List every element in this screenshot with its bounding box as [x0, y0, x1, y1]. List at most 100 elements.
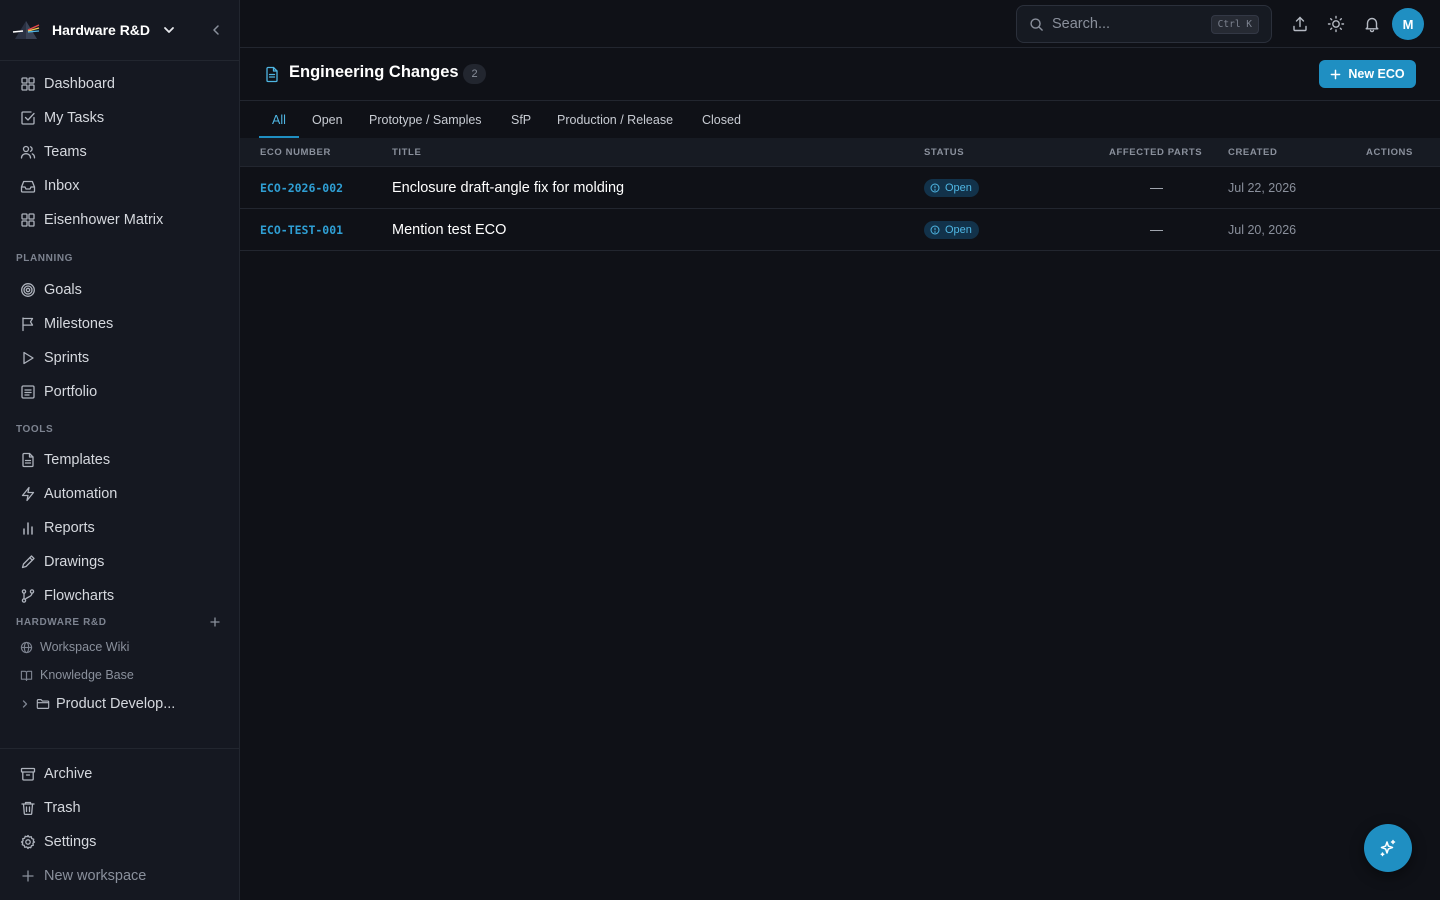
sidebar-item-goals[interactable]: Goals [16, 275, 224, 305]
flag-icon [22, 317, 34, 332]
tab-open[interactable]: Open [312, 101, 343, 138]
workspace-logo-icon [12, 21, 40, 39]
new-workspace-button[interactable]: New workspace [16, 861, 224, 891]
file-icon [22, 452, 34, 468]
status-badge: Open [924, 220, 979, 239]
dashboard-icon [21, 77, 35, 91]
table-row[interactable]: ECO-TEST-001 Mention test ECO Open — Jul… [240, 209, 1440, 251]
sidebar-item-label: Teams [44, 144, 87, 160]
tab-bar: All Open Prototype / Samples SfP Product… [240, 101, 1440, 138]
sidebar-item-label: Knowledge Base [40, 668, 134, 682]
sidebar-item-label: Automation [44, 486, 118, 502]
tab-prototype-samples[interactable]: Prototype / Samples [369, 101, 482, 138]
sidebar-item-sprints[interactable]: Sprints [16, 343, 224, 373]
sidebar-divider [0, 748, 240, 749]
sidebar-item-knowledge-base[interactable]: Knowledge Base [16, 663, 224, 687]
user-avatar[interactable]: M [1392, 8, 1424, 40]
section-label-tools: TOOLS [16, 424, 54, 435]
document-icon [266, 66, 278, 83]
tab-closed[interactable]: Closed [702, 101, 741, 138]
sidebar-item-label: Inbox [44, 178, 80, 194]
sidebar-item-archive[interactable]: Archive [16, 759, 224, 789]
eco-number-link[interactable]: ECO-2026-002 [260, 167, 343, 208]
portfolio-icon [21, 385, 35, 399]
inbox-icon [20, 180, 36, 193]
new-eco-label: New ECO [1348, 67, 1405, 81]
tab-all[interactable]: All [272, 101, 286, 138]
table-row[interactable]: ECO-2026-002 Enclosure draft-angle fix f… [240, 167, 1440, 209]
book-icon [20, 670, 33, 681]
sidebar-item-reports[interactable]: Reports [16, 513, 224, 543]
sidebar-item-label: My Tasks [44, 110, 105, 126]
users-icon [20, 145, 36, 159]
target-icon [21, 283, 35, 297]
sidebar-item-trash[interactable]: Trash [16, 793, 224, 823]
collapse-sidebar-icon[interactable] [209, 23, 223, 37]
sidebar-item-label: Dashboard [44, 76, 115, 92]
new-eco-button[interactable]: New ECO [1319, 60, 1416, 88]
sidebar-item-templates[interactable]: Templates [16, 445, 224, 475]
eco-number-link[interactable]: ECO-TEST-001 [260, 209, 343, 250]
created-date: Jul 20, 2026 [1228, 222, 1297, 237]
column-header-eco-number[interactable]: ECO NUMBER [260, 147, 331, 158]
affected-parts: — [1150, 180, 1163, 195]
status-label: Open [945, 223, 972, 236]
sidebar-item-dashboard[interactable]: Dashboard [16, 69, 224, 99]
column-header-status[interactable]: STATUS [924, 147, 964, 158]
sidebar-item-product-development[interactable]: Product Develop... [16, 689, 224, 719]
sidebar-item-eisenhower-matrix[interactable]: Eisenhower Matrix [16, 205, 224, 235]
chevron-down-icon [164, 27, 174, 33]
bell-icon[interactable] [1363, 15, 1381, 33]
zap-icon [21, 486, 35, 502]
column-header-title[interactable]: TITLE [392, 147, 421, 158]
tab-production-release[interactable]: Production / Release [557, 101, 673, 138]
column-header-actions: ACTIONS [1366, 147, 1413, 158]
sidebar-item-milestones[interactable]: Milestones [16, 309, 224, 339]
eco-title[interactable]: Enclosure draft-angle fix for molding [392, 167, 624, 208]
sidebar-item-workspace-wiki[interactable]: Workspace Wiki [16, 635, 224, 659]
sidebar-item-automation[interactable]: Automation [16, 479, 224, 509]
status-clock-icon [930, 183, 940, 192]
pencil-icon [21, 555, 35, 569]
search-input[interactable] [1052, 16, 1202, 32]
tab-sfp[interactable]: SfP [511, 101, 531, 138]
column-header-affected-parts[interactable]: AFFECTED PARTS [1109, 147, 1202, 158]
topbar: Ctrl K M [240, 0, 1440, 48]
status-clock-icon [930, 225, 940, 234]
theme-toggle-icon[interactable] [1327, 15, 1345, 33]
eco-title[interactable]: Mention test ECO [392, 209, 506, 250]
play-icon [23, 351, 34, 365]
sparkles-icon [1380, 839, 1396, 857]
status-cell: Open [924, 167, 979, 208]
chevron-right-icon [22, 700, 28, 708]
created-date: Jul 22, 2026 [1228, 180, 1297, 195]
upload-icon[interactable] [1291, 15, 1309, 33]
grid-icon [21, 213, 35, 227]
ai-assistant-button[interactable] [1364, 824, 1412, 872]
page-header: Engineering Changes 2 New ECO [240, 48, 1440, 101]
status-cell: Open [924, 209, 979, 250]
affected-parts: — [1150, 222, 1163, 237]
table-header: ECO NUMBER TITLE STATUS AFFECTED PARTS C… [240, 138, 1440, 167]
search-box[interactable]: Ctrl K [1016, 5, 1272, 43]
sidebar-item-teams[interactable]: Teams [16, 137, 224, 167]
column-header-created[interactable]: CREATED [1228, 147, 1277, 158]
sidebar-item-label: Templates [44, 452, 111, 468]
new-workspace-label: New workspace [44, 868, 147, 884]
sidebar-item-portfolio[interactable]: Portfolio [16, 377, 224, 407]
add-page-icon[interactable] [209, 616, 221, 628]
sidebar-item-drawings[interactable]: Drawings [16, 547, 224, 577]
folder-icon [36, 699, 50, 709]
sidebar-item-my-tasks[interactable]: My Tasks [16, 103, 224, 133]
sidebar-item-settings[interactable]: Settings [16, 827, 224, 857]
workspace-switcher[interactable]: Hardware R&D [0, 0, 240, 61]
sidebar-item-inbox[interactable]: Inbox [16, 171, 224, 201]
search-icon [1030, 17, 1043, 31]
sidebar-item-flowcharts[interactable]: Flowcharts [16, 581, 224, 611]
plus-icon [22, 870, 34, 882]
sidebar-item-label: Milestones [44, 316, 114, 332]
sidebar-item-label: Settings [44, 834, 97, 850]
sidebar-item-label: Portfolio [44, 384, 98, 400]
section-label-planning: PLANNING [16, 253, 74, 264]
globe-icon [20, 641, 33, 653]
